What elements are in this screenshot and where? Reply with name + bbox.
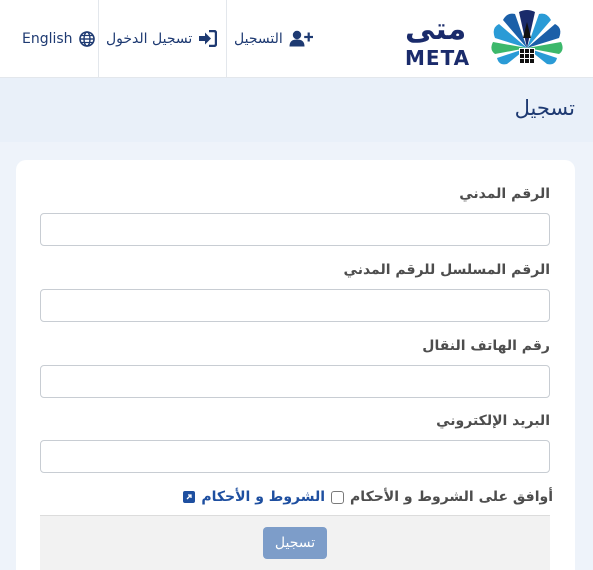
logo-emblem-icon xyxy=(491,10,563,65)
civil-id-serial-label: الرقم المسلسل للرقم المدني xyxy=(343,262,550,278)
nav-divider xyxy=(226,0,227,77)
terms-and-conditions-link[interactable]: الشروط و الأحكام xyxy=(201,489,325,505)
nav-divider xyxy=(98,0,99,77)
login-link[interactable]: تسجيل الدخول xyxy=(106,0,218,77)
meta-logo[interactable]: متى META xyxy=(399,6,579,72)
globe-icon xyxy=(78,30,95,47)
logo-english-text: META xyxy=(405,46,471,70)
civil-id-input[interactable] xyxy=(40,213,550,246)
register-submit-button[interactable]: تسجيل xyxy=(263,527,327,559)
language-label: English xyxy=(22,30,73,47)
register-label: التسجيل xyxy=(234,30,283,47)
register-link[interactable]: التسجيل xyxy=(234,0,313,77)
civil-id-label: الرقم المدني xyxy=(459,186,550,202)
external-link-icon[interactable] xyxy=(183,491,196,503)
page-title: تسجيل xyxy=(514,96,575,120)
mobile-number-input[interactable] xyxy=(40,365,550,398)
email-input[interactable] xyxy=(40,440,550,473)
login-label: تسجيل الدخول xyxy=(106,30,193,47)
sign-in-icon xyxy=(199,30,218,47)
email-label: البريد الإلكتروني xyxy=(436,413,550,429)
terms-row: الشروط و الأحكام أوافق على الشروط و الأح… xyxy=(183,487,553,507)
mobile-number-label: رقم الهاتف النقال xyxy=(422,338,550,354)
user-plus-icon xyxy=(289,30,313,47)
logo-arabic-text: متى xyxy=(405,12,467,47)
agree-terms-checkbox[interactable] xyxy=(331,490,345,504)
civil-id-serial-input[interactable] xyxy=(40,289,550,322)
agree-terms-label: أوافق على الشروط و الأحكام xyxy=(350,489,553,505)
language-switch-link[interactable]: English xyxy=(22,0,95,77)
top-navbar: English تسجيل الدخول التسجيل متى META xyxy=(0,0,593,78)
page-heading-band xyxy=(0,78,593,142)
